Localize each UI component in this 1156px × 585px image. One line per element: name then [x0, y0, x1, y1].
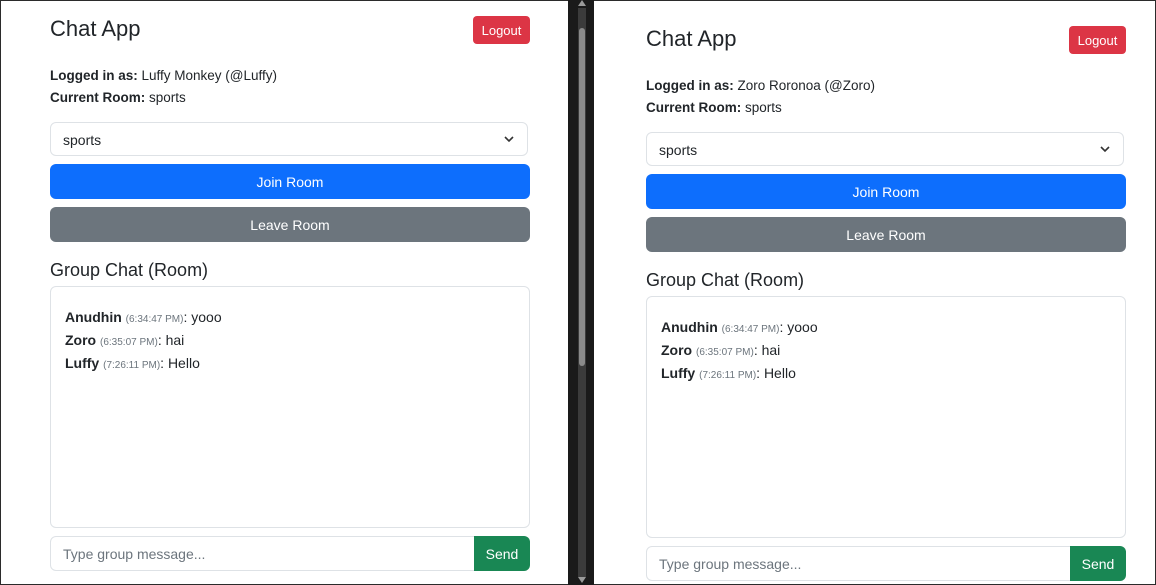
- logged-in-info: Logged in as: Zoro Roronoa (@Zoro): [646, 78, 875, 93]
- send-button[interactable]: Send: [474, 536, 530, 571]
- room-select[interactable]: sports: [646, 132, 1124, 166]
- message-user: Zoro: [661, 342, 693, 358]
- chat-message: Luffy (7:26:11 PM): Hello: [661, 363, 1111, 386]
- current-room-value: sports: [149, 90, 186, 105]
- message-text: : hai: [753, 342, 781, 358]
- current-room-info: Current Room: sports: [50, 90, 186, 105]
- message-input-group: Send: [50, 536, 530, 571]
- chat-messages-box[interactable]: Anudhin (6:34:47 PM): yooo Zoro (6:35:07…: [50, 286, 530, 528]
- message-user: Anudhin: [661, 319, 718, 335]
- chat-message: Luffy (7:26:11 PM): Hello: [65, 353, 515, 376]
- join-room-button[interactable]: Join Room: [646, 174, 1126, 209]
- current-room-label: Current Room:: [646, 100, 742, 115]
- current-room-value: sports: [745, 100, 782, 115]
- group-chat-title: Group Chat (Room): [646, 270, 805, 290]
- current-room-label: Current Room:: [50, 90, 146, 105]
- message-user: Anudhin: [65, 309, 122, 325]
- logout-button[interactable]: Logout: [473, 16, 530, 44]
- message-time: (6:35:07 PM): [100, 337, 158, 348]
- logged-in-label: Logged in as:: [50, 68, 138, 83]
- app-title: Chat App: [50, 16, 141, 41]
- window-divider: [568, 0, 594, 585]
- room-select[interactable]: sports: [50, 122, 528, 156]
- scroll-down-arrow-icon[interactable]: [578, 577, 586, 583]
- chevron-down-icon: [503, 123, 515, 169]
- scrollbar-thumb[interactable]: [579, 28, 585, 366]
- current-room-info: Current Room: sports: [646, 100, 782, 115]
- chat-message: Anudhin (6:34:47 PM): yooo: [65, 307, 515, 330]
- chevron-down-icon: [1099, 133, 1111, 179]
- message-user: Luffy: [65, 355, 100, 371]
- group-message-input[interactable]: [646, 546, 1071, 581]
- message-text: : hai: [157, 332, 185, 348]
- message-user: Zoro: [65, 332, 97, 348]
- logged-in-value: Luffy Monkey (@Luffy): [141, 68, 278, 83]
- chat-messages-box[interactable]: Anudhin (6:34:47 PM): yooo Zoro (6:35:07…: [646, 296, 1126, 538]
- message-time: (6:34:47 PM): [721, 324, 780, 335]
- scroll-up-arrow-icon[interactable]: [578, 0, 586, 6]
- logged-in-info: Logged in as: Luffy Monkey (@Luffy): [50, 68, 277, 83]
- message-input-group: Send: [646, 546, 1126, 581]
- room-select-value: sports: [63, 132, 102, 148]
- leave-room-button[interactable]: Leave Room: [646, 217, 1126, 252]
- chat-message: Anudhin (6:34:47 PM): yooo: [661, 317, 1111, 340]
- message-text: : Hello: [756, 365, 796, 381]
- logout-button[interactable]: Logout: [1069, 26, 1126, 54]
- message-time: (6:34:47 PM): [125, 314, 184, 325]
- logged-in-label: Logged in as:: [646, 78, 734, 93]
- send-button[interactable]: Send: [1070, 546, 1126, 581]
- chat-message: Zoro (6:35:07 PM): hai: [661, 340, 1111, 363]
- app-title: Chat App: [646, 26, 737, 51]
- message-text: : Hello: [160, 355, 200, 371]
- chat-message: Zoro (6:35:07 PM): hai: [65, 330, 515, 353]
- group-chat-title: Group Chat (Room): [50, 260, 209, 280]
- join-room-button[interactable]: Join Room: [50, 164, 530, 199]
- message-user: Luffy: [661, 365, 696, 381]
- message-time: (6:35:07 PM): [696, 347, 754, 358]
- room-select-value: sports: [659, 142, 698, 158]
- message-text: : yooo: [779, 319, 818, 335]
- leave-room-button[interactable]: Leave Room: [50, 207, 530, 242]
- group-message-input[interactable]: [50, 536, 475, 571]
- message-time: (7:26:11 PM): [699, 370, 757, 381]
- logged-in-value: Zoro Roronoa (@Zoro): [737, 78, 876, 93]
- message-time: (7:26:11 PM): [103, 360, 161, 371]
- message-text: : yooo: [183, 309, 222, 325]
